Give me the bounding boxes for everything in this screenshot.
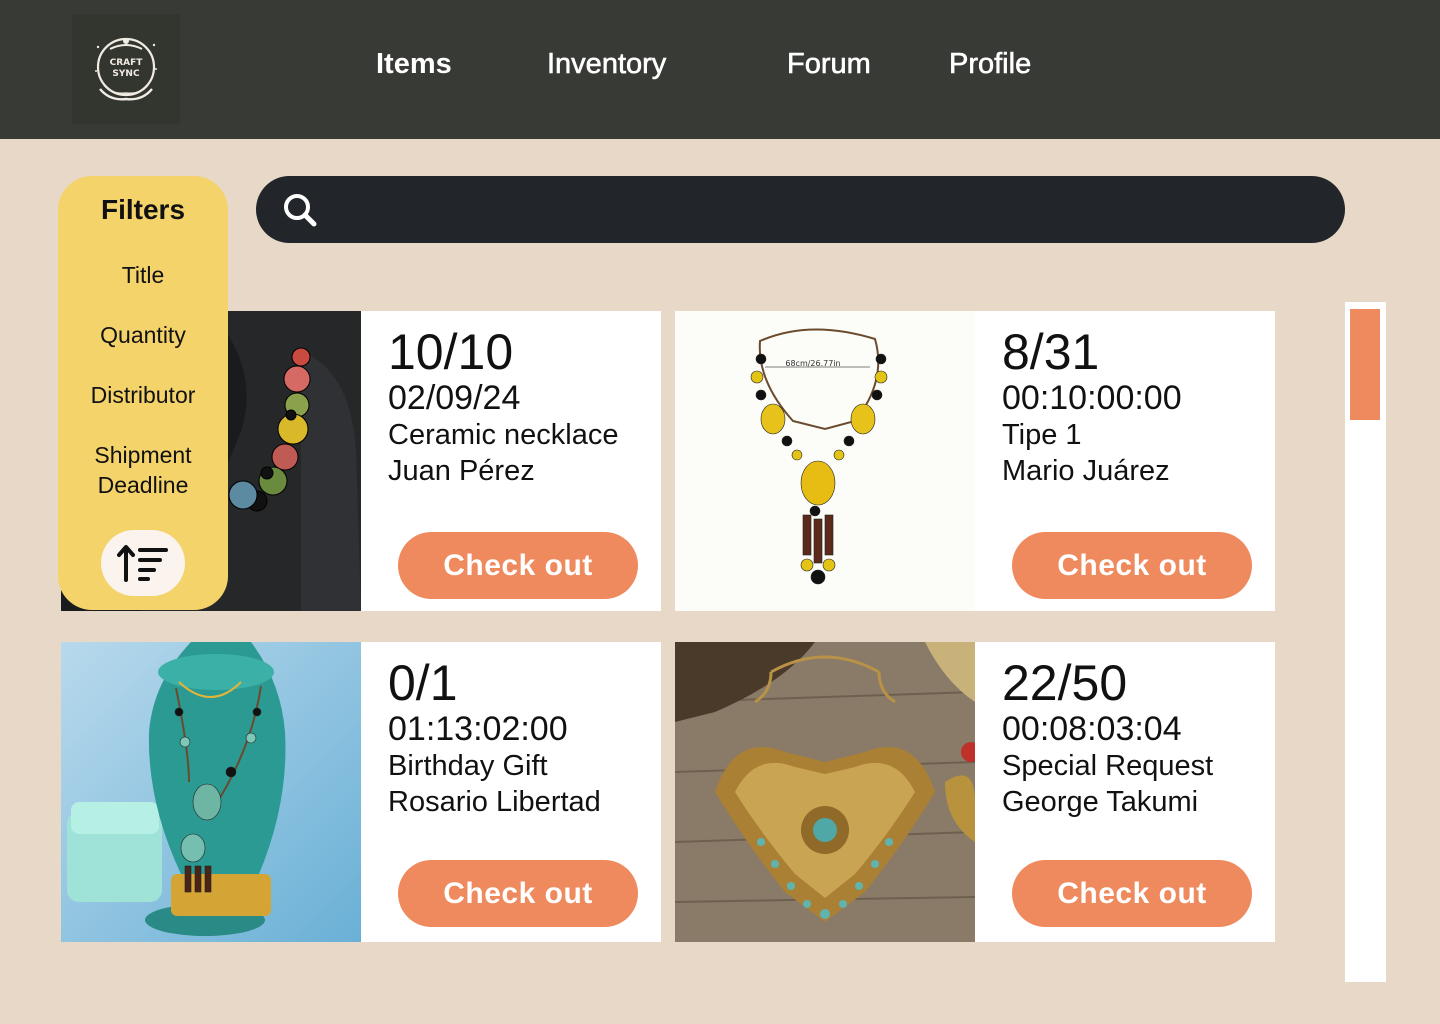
check-out-button[interactable]: Check out bbox=[398, 860, 638, 927]
filter-shipment-deadline[interactable]: Shipment Deadline bbox=[58, 440, 228, 500]
item-title: Ceramic necklace bbox=[388, 419, 619, 451]
item-image bbox=[675, 642, 975, 942]
craftsync-logo[interactable]: CRAFT SYNC bbox=[72, 14, 180, 124]
item-quantity: 10/10 bbox=[388, 324, 514, 380]
search-input[interactable] bbox=[336, 186, 1316, 233]
yellow-necklace-image: 68cm/26.77in bbox=[675, 311, 975, 611]
scrollbar-track[interactable] bbox=[1345, 302, 1386, 982]
logo-text-bottom: SYNC bbox=[112, 69, 140, 79]
search-icon[interactable] bbox=[282, 192, 318, 228]
filter-quantity[interactable]: Quantity bbox=[58, 320, 228, 350]
item-title: Tipe 1 bbox=[1002, 419, 1082, 451]
gold-bib-necklace-image bbox=[675, 642, 975, 942]
item-deadline: 02/09/24 bbox=[388, 379, 521, 417]
item-title: Birthday Gift bbox=[388, 750, 548, 782]
nav-forum[interactable]: Forum bbox=[787, 48, 871, 81]
turquoise-necklace-image bbox=[61, 642, 361, 942]
item-card: 0/1 01:13:02:00 Birthday Gift Rosario Li… bbox=[61, 642, 661, 942]
necklace-size-label: 68cm/26.77in bbox=[785, 359, 840, 368]
item-distributor: George Takumi bbox=[1002, 786, 1199, 818]
item-deadline: 00:08:03:04 bbox=[1002, 710, 1182, 748]
filters-panel: Filters Title Quantity Distributor Shipm… bbox=[58, 176, 228, 610]
item-title: Special Request bbox=[1002, 750, 1214, 782]
sort-button[interactable] bbox=[101, 530, 185, 596]
item-deadline: 00:10:00:00 bbox=[1002, 379, 1182, 417]
check-out-button[interactable]: Check out bbox=[398, 532, 638, 599]
search-bar[interactable] bbox=[256, 176, 1345, 243]
item-deadline: 01:13:02:00 bbox=[388, 710, 568, 748]
scrollbar-thumb[interactable] bbox=[1350, 309, 1380, 420]
item-quantity: 22/50 bbox=[1002, 655, 1128, 711]
check-out-button[interactable]: Check out bbox=[1012, 532, 1252, 599]
item-distributor: Mario Juárez bbox=[1002, 455, 1170, 487]
item-card: 68cm/26.77in 8/31 00:10:00:00 Tipe 1 Mar… bbox=[675, 311, 1275, 611]
item-card: 22/50 00:08:03:04 Special Request George… bbox=[675, 642, 1275, 942]
check-out-button[interactable]: Check out bbox=[1012, 860, 1252, 927]
craftsync-logo-icon: CRAFT SYNC bbox=[95, 37, 157, 101]
nav-profile[interactable]: Profile bbox=[949, 48, 1032, 81]
filter-title[interactable]: Title bbox=[58, 260, 228, 290]
item-quantity: 0/1 bbox=[388, 655, 458, 711]
item-quantity: 8/31 bbox=[1002, 324, 1100, 380]
sort-ascending-icon bbox=[117, 545, 168, 582]
filter-distributor[interactable]: Distributor bbox=[58, 380, 228, 410]
item-distributor: Rosario Libertad bbox=[388, 786, 601, 818]
item-distributor: Juan Pérez bbox=[388, 455, 535, 487]
item-image bbox=[61, 642, 361, 942]
item-image: 68cm/26.77in bbox=[675, 311, 975, 611]
top-navbar: CRAFT SYNC Items Inventory Forum Profile bbox=[0, 0, 1440, 139]
logo-text-top: CRAFT bbox=[110, 58, 144, 68]
nav-items[interactable]: Items bbox=[376, 48, 452, 81]
filters-title: Filters bbox=[100, 194, 186, 225]
nav-inventory[interactable]: Inventory bbox=[547, 48, 667, 81]
